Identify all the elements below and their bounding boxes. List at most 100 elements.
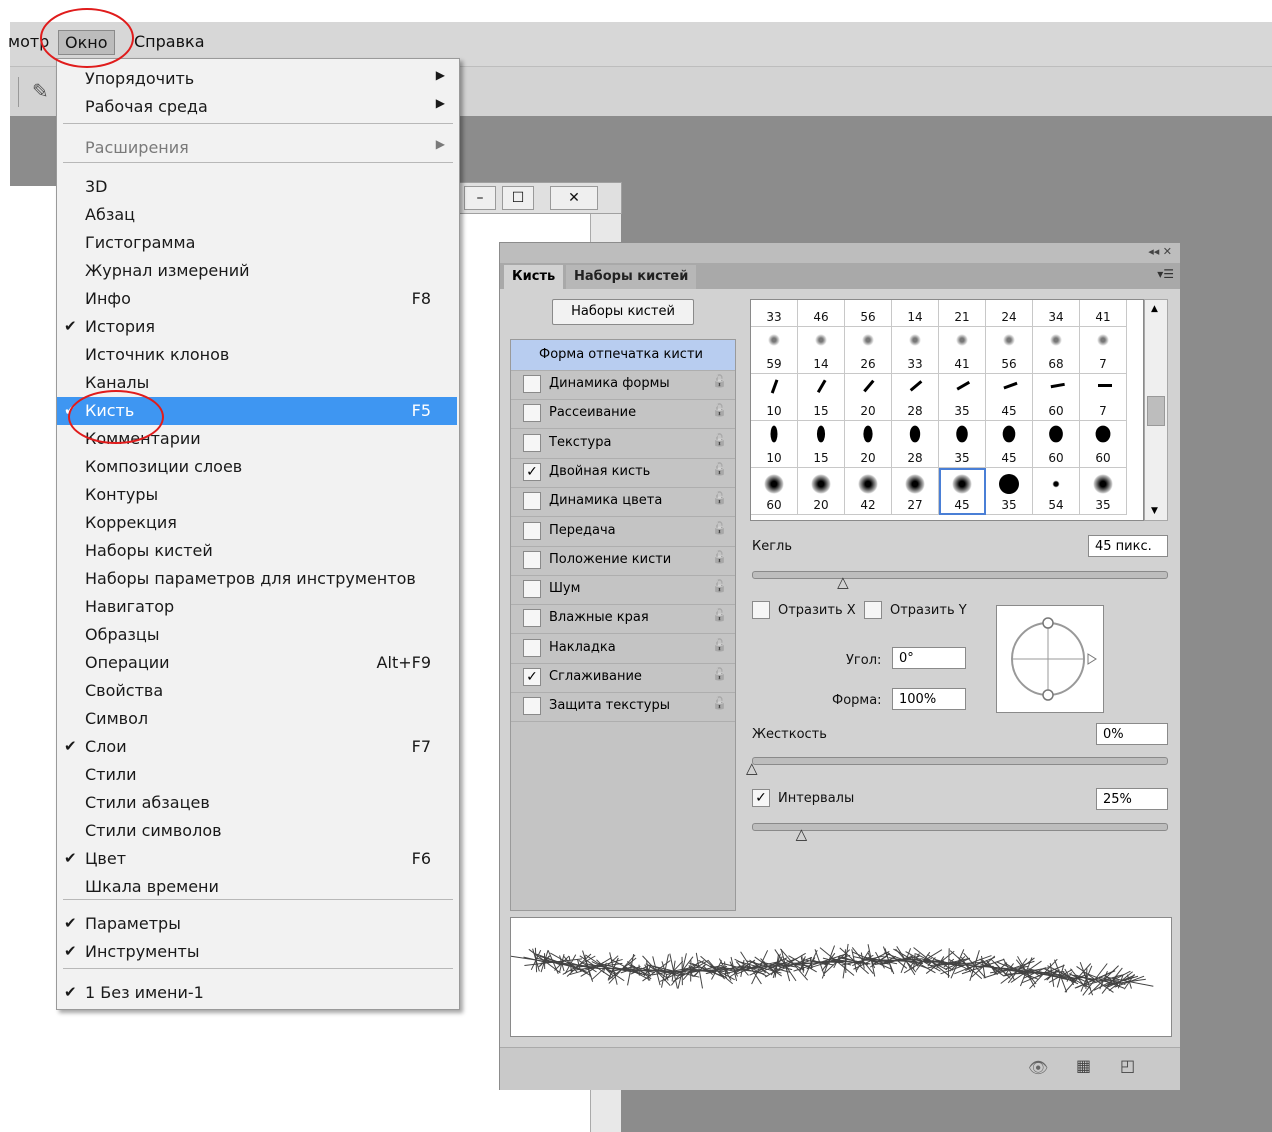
brush-tip[interactable]: 56 [986, 327, 1033, 374]
brush-option-checkbox[interactable] [523, 375, 541, 393]
menu-help[interactable]: Справка [134, 32, 205, 51]
minimize-button[interactable]: – [464, 186, 496, 210]
brush-tip[interactable]: 56 [845, 300, 892, 327]
brush-tip[interactable]: 15 [798, 421, 845, 468]
menu-item-30[interactable]: ✔ Инструменты [57, 938, 457, 966]
lock-icon[interactable]: 🔓 [712, 579, 727, 593]
brush-tip[interactable]: 42 [845, 468, 892, 515]
brush-option-6[interactable]: Передача 🔓 [511, 517, 735, 547]
brush-option-3[interactable]: Текстура 🔓 [511, 429, 735, 459]
brush-tip[interactable]: 20 [845, 374, 892, 421]
scroll-up-icon[interactable]: ▲ [1151, 304, 1158, 314]
airbrush-icon[interactable]: ✎ [32, 79, 49, 103]
brush-option-0[interactable]: Форма отпечатка кисти [511, 340, 735, 371]
brush-tip[interactable]: 14 [798, 327, 845, 374]
menu-item-4[interactable]: Абзац [57, 201, 457, 229]
menu-item-24[interactable]: Стили [57, 761, 457, 789]
menu-item-1[interactable]: Рабочая среда ▶ [57, 93, 457, 121]
menu-item-8[interactable]: ✔ История [57, 313, 457, 341]
menu-item-19[interactable]: Образцы [57, 621, 457, 649]
brush-option-12[interactable]: Защита текстуры 🔓 [511, 692, 735, 723]
menu-item-27[interactable]: ✔ Цвет F6 [57, 845, 457, 873]
grid-icon[interactable]: ▦ [1076, 1056, 1091, 1075]
brush-option-checkbox[interactable]: ✓ [523, 462, 541, 481]
brush-tip[interactable]: 26 [845, 327, 892, 374]
brush-tip[interactable]: 35 [986, 468, 1033, 515]
brush-tip[interactable]: 46 [798, 300, 845, 327]
menu-item-0[interactable]: Упорядочить ▶ [57, 65, 457, 93]
brush-tip[interactable]: 28 [892, 374, 939, 421]
maximize-button[interactable]: ☐ [502, 186, 534, 210]
brush-option-1[interactable]: Динамика формы 🔓 [511, 370, 735, 400]
brush-option-4[interactable]: ✓ Двойная кисть 🔓 [511, 458, 735, 488]
size-input[interactable]: 45 пикс. [1088, 535, 1168, 557]
roundness-input[interactable]: 100% [892, 688, 966, 710]
brush-option-5[interactable]: Динамика цвета 🔓 [511, 487, 735, 518]
brush-tip[interactable]: 24 [986, 300, 1033, 327]
brush-presets-button[interactable]: Наборы кистей [552, 299, 694, 325]
spacing-slider[interactable] [752, 823, 1168, 831]
menu-item-26[interactable]: Стили символов [57, 817, 457, 845]
brush-option-checkbox[interactable] [523, 492, 541, 511]
brush-tip[interactable]: 33 [892, 327, 939, 374]
lock-icon[interactable]: 🔓 [712, 696, 727, 710]
tab-brush-presets[interactable]: Наборы кистей [566, 265, 697, 289]
brush-tip[interactable]: 20 [845, 421, 892, 468]
menu-item-16[interactable]: Наборы кистей [57, 537, 457, 565]
brush-tip[interactable]: 27 [892, 468, 939, 515]
menu-item-15[interactable]: Коррекция [57, 509, 457, 537]
brush-option-7[interactable]: Положение кисти 🔓 [511, 546, 735, 576]
brush-option-checkbox[interactable] [523, 433, 541, 452]
menu-item-23[interactable]: ✔ Слои F7 [57, 733, 457, 761]
panel-menu-icon[interactable]: ▾☰ [1157, 267, 1174, 281]
brush-tip[interactable]: 7 [1080, 374, 1127, 421]
lock-icon[interactable]: 🔓 [712, 550, 727, 564]
brush-tip[interactable]: 33 [751, 300, 798, 327]
size-slider[interactable] [752, 571, 1168, 579]
close-button[interactable]: ✕ [550, 186, 598, 210]
brush-tip[interactable]: 60 [1033, 374, 1080, 421]
menu-item-9[interactable]: Источник клонов [57, 341, 457, 369]
brush-option-8[interactable]: Шум 🔓 [511, 575, 735, 606]
brush-option-checkbox[interactable] [523, 521, 541, 540]
lock-icon[interactable]: 🔓 [712, 608, 727, 622]
menu-item-20[interactable]: Операции Alt+F9 [57, 649, 457, 677]
lock-icon[interactable]: 🔓 [712, 491, 727, 505]
brush-grid-scrollbar[interactable]: ▲ ▼ [1144, 299, 1168, 521]
menu-item-6[interactable]: Журнал измерений [57, 257, 457, 285]
brush-tip[interactable]: 41 [1080, 300, 1127, 327]
brush-tip[interactable]: 54 [1033, 468, 1080, 515]
menu-item-18[interactable]: Навигатор [57, 593, 457, 621]
brush-tip[interactable]: 45 [986, 374, 1033, 421]
lock-icon[interactable]: 🔓 [712, 638, 727, 652]
brush-tip[interactable]: 10 [751, 374, 798, 421]
lock-icon[interactable]: 🔓 [712, 521, 727, 535]
tab-brush[interactable]: Кисть [504, 265, 564, 289]
menu-item-21[interactable]: Свойства [57, 677, 457, 705]
hardness-input[interactable]: 0% [1096, 723, 1168, 745]
spacing-slider-thumb[interactable]: △ [796, 825, 808, 843]
brush-tip[interactable]: 10 [751, 421, 798, 468]
brush-tip[interactable]: 45 [986, 421, 1033, 468]
brush-option-checkbox[interactable]: ✓ [523, 668, 541, 686]
brush-tip[interactable]: 59 [751, 327, 798, 374]
menu-item-14[interactable]: Контуры [57, 481, 457, 509]
brush-option-checkbox[interactable] [523, 697, 541, 716]
brush-option-checkbox[interactable] [523, 609, 541, 628]
brush-tip[interactable]: 60 [1080, 421, 1127, 468]
menu-item-28[interactable]: Шкала времени [57, 873, 457, 901]
panel-collapse-close[interactable]: ◂◂ ✕ [1148, 245, 1172, 258]
brush-option-checkbox[interactable] [523, 404, 541, 423]
angle-input[interactable]: 0° [892, 647, 966, 669]
size-slider-thumb[interactable]: △ [837, 573, 849, 591]
menu-item-22[interactable]: Символ [57, 705, 457, 733]
brush-tip[interactable]: 60 [751, 468, 798, 515]
menu-item-25[interactable]: Стили абзацев [57, 789, 457, 817]
spacing-checkbox[interactable]: ✓ [752, 789, 770, 807]
brush-tip[interactable]: 41 [939, 327, 986, 374]
scroll-thumb[interactable] [1147, 396, 1165, 426]
menu-item-29[interactable]: ✔ Параметры [57, 910, 457, 938]
brush-tip[interactable]: 35 [939, 374, 986, 421]
brush-tip[interactable]: 14 [892, 300, 939, 327]
brush-tip[interactable]: 15 [798, 374, 845, 421]
